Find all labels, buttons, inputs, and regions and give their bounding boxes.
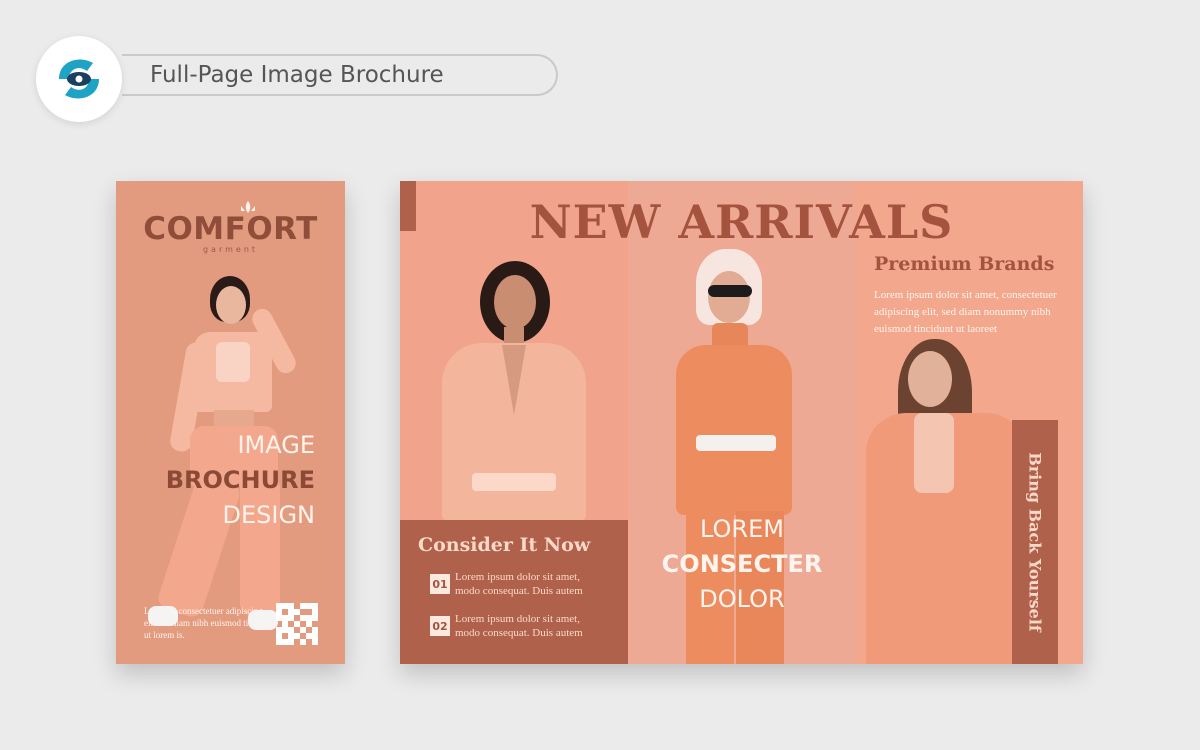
cover-title: IMAGE BROCHURE DESIGN [166,427,315,533]
feature-number: 01 [430,574,450,594]
consider-box: Consider It Now 01 Lorem ipsum dolor sit… [400,520,628,664]
feature-item: 01 Lorem ipsum dolor sit amet, modo cons… [430,570,605,598]
brand-logo [36,36,122,122]
brochure-cover: COMFORT garment IMAGE BROCHURE DESIGN Lo… [116,181,345,664]
center-title-line3: DOLOR [699,585,785,613]
side-banner: Bring Back Yourself [1012,420,1058,664]
brand-name: COMFORT [143,211,318,247]
center-title-line2: CONSECTER [661,550,823,578]
center-title: LOREM CONSECTER DOLOR [628,511,856,617]
center-title-line1: LOREM [700,515,784,543]
leaf-icon [241,201,255,213]
s-eye-logo-icon [59,59,99,99]
premium-brands-title: Premium Brands [874,253,1055,275]
cover-note: Lorem is consectetuer adipiscing elit se… [144,606,276,640]
cover-title-line1: IMAGE [237,431,315,459]
qr-code-icon [276,603,318,645]
feature-number: 02 [430,616,450,636]
premium-brands-body: Lorem ipsum dolor sit amet, consectetuer… [874,289,1057,335]
feature-text: Lorem ipsum dolor sit amet, modo consequ… [455,613,583,639]
brand-block: COMFORT garment [116,201,345,254]
spread-title: NEW ARRIVALS [529,195,954,249]
header-title: Full-Page Image Brochure [122,54,558,96]
cover-title-line3: DESIGN [222,501,315,529]
model-photo-1 [422,261,606,521]
cover-title-line2: BROCHURE [165,466,315,494]
feature-text: Lorem ipsum dolor sit amet, modo consequ… [455,571,583,597]
model-photo-3 [856,339,1036,664]
feature-item: 02 Lorem ipsum dolor sit amet, modo cons… [430,612,605,640]
brochure-spread: NEW ARRIVALS Premium Brands Lorem ipsum … [400,181,1083,664]
consider-title: Consider It Now [418,534,591,556]
side-banner-text: Bring Back Yourself [1025,452,1045,632]
